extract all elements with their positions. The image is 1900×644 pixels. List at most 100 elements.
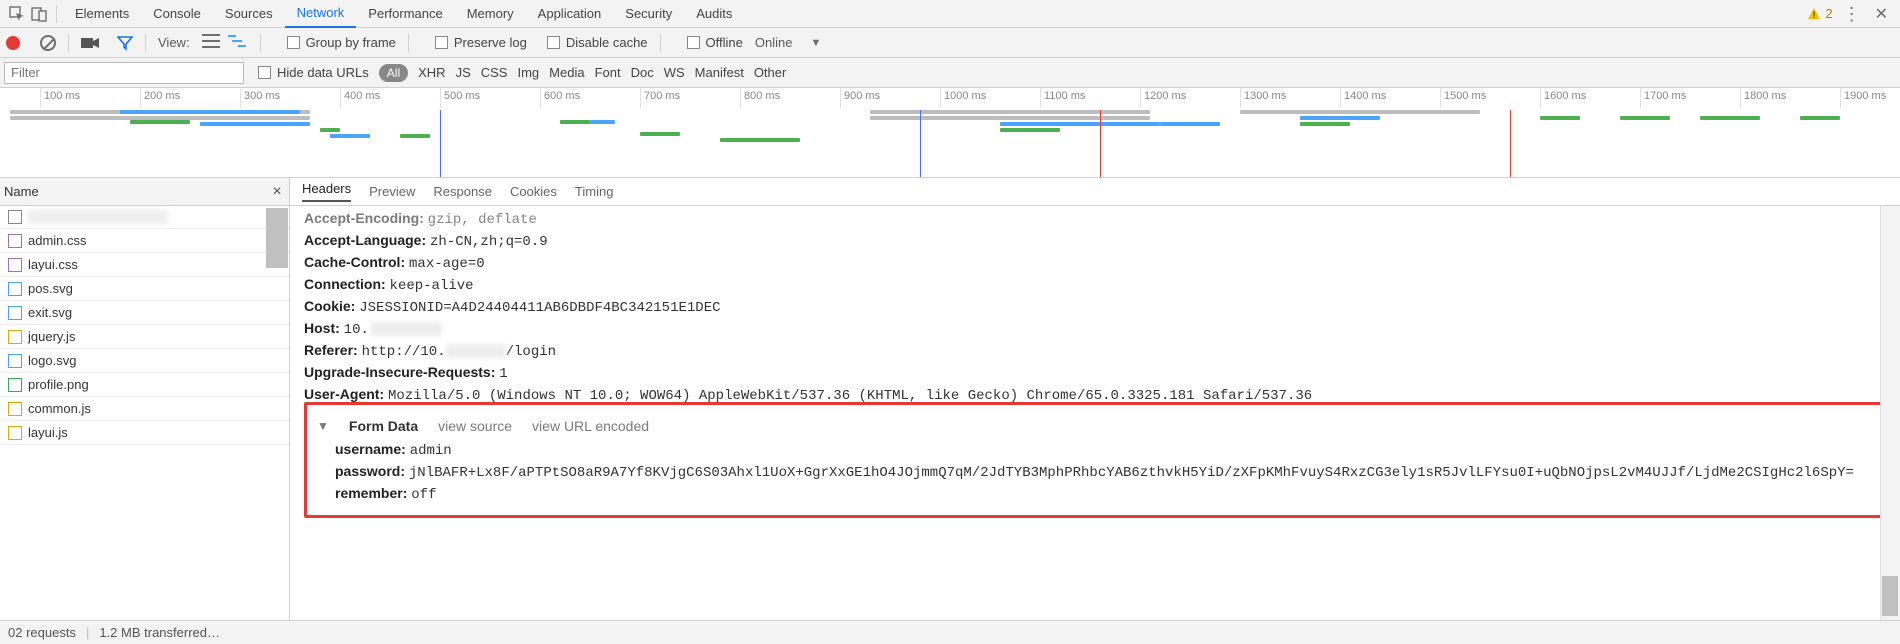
warnings-badge[interactable]: 2 (1807, 6, 1832, 21)
header-value: zh-CN,zh;q=0.9 (430, 234, 548, 250)
header-value: gzip, deflate (428, 212, 537, 228)
header-key: User-Agent: (304, 386, 384, 402)
network-timeline[interactable]: 100 ms200 ms300 ms400 ms500 ms600 ms700 … (0, 88, 1900, 178)
offline-label: Offline (706, 35, 743, 50)
detail-tab-cookies[interactable]: Cookies (510, 184, 557, 199)
header-key: Connection: (304, 276, 386, 292)
header-key: Accept-Language: (304, 232, 426, 248)
detail-tab-strip: Headers Preview Response Cookies Timing (290, 178, 1900, 206)
kebab-menu-icon[interactable]: ⋮ (1843, 5, 1861, 23)
filter-type-img[interactable]: Img (517, 65, 539, 80)
clear-button[interactable] (40, 35, 56, 51)
request-row[interactable]: jquery.js (0, 325, 289, 349)
filter-type-doc[interactable]: Doc (631, 65, 654, 80)
view-label: View: (158, 35, 190, 50)
view-source-link[interactable]: view source (438, 418, 512, 434)
name-column-header[interactable]: Name (4, 184, 39, 199)
redacted-host (371, 322, 441, 336)
large-rows-toggle[interactable] (202, 34, 220, 48)
header-value: 10. (344, 322, 369, 338)
header-key: Cookie: (304, 298, 355, 314)
detail-tab-preview[interactable]: Preview (369, 184, 415, 199)
request-row[interactable] (0, 206, 289, 229)
request-row[interactable]: layui.js (0, 421, 289, 445)
timeline-bars (0, 110, 1900, 177)
status-transferred: 1.2 MB transferred… (99, 625, 220, 640)
hide-data-urls-label: Hide data URLs (277, 65, 369, 80)
tab-audits[interactable]: Audits (684, 0, 744, 27)
disable-cache-checkbox[interactable]: Disable cache (547, 35, 648, 50)
request-name (28, 210, 168, 224)
status-bar: 02 requests | 1.2 MB transferred… (0, 620, 1900, 644)
form-value: admin (410, 443, 452, 459)
request-details-panel: Headers Preview Response Cookies Timing … (290, 178, 1900, 620)
detail-tab-timing[interactable]: Timing (575, 184, 614, 199)
filter-type-all[interactable]: All (379, 64, 408, 82)
filter-type-manifest[interactable]: Manifest (695, 65, 744, 80)
screenshots-icon[interactable] (81, 36, 99, 50)
tab-network[interactable]: Network (285, 0, 357, 28)
form-key: remember: (335, 485, 407, 501)
request-list[interactable]: admin.css layui.css pos.svg exit.svg jqu… (0, 206, 289, 620)
header-value: JSESSIONID=A4D24404411AB6DBDF4BC342151E1… (359, 300, 720, 316)
filter-type-xhr[interactable]: XHR (418, 65, 445, 80)
request-name: pos.svg (28, 281, 73, 296)
disable-cache-label: Disable cache (566, 35, 648, 50)
filter-type-css[interactable]: CSS (481, 65, 508, 80)
filter-type-ws[interactable]: WS (664, 65, 685, 80)
request-row[interactable]: layui.css (0, 253, 289, 277)
inspect-icon[interactable] (6, 3, 28, 25)
request-row[interactable]: admin.css (0, 229, 289, 253)
header-value: /login (506, 344, 556, 360)
request-row[interactable]: exit.svg (0, 301, 289, 325)
detail-tab-headers[interactable]: Headers (302, 181, 351, 202)
collapse-triangle-icon[interactable]: ▼ (317, 419, 329, 433)
detail-tab-response[interactable]: Response (433, 184, 492, 199)
network-filter-bar: Hide data URLs All XHR JS CSS Img Media … (0, 58, 1900, 88)
scrollbar-thumb[interactable] (266, 208, 288, 268)
device-toolbar-icon[interactable] (28, 3, 50, 25)
preserve-log-checkbox[interactable]: Preserve log (435, 35, 527, 50)
filter-toggle-icon[interactable] (117, 35, 133, 51)
tab-elements[interactable]: Elements (63, 0, 141, 27)
group-by-frame-checkbox[interactable]: Group by frame (287, 35, 396, 50)
record-button[interactable] (6, 36, 20, 50)
tab-memory[interactable]: Memory (455, 0, 526, 27)
tab-application[interactable]: Application (526, 0, 614, 27)
hide-data-urls-checkbox[interactable]: Hide data URLs (258, 65, 369, 80)
request-row[interactable]: profile.png (0, 373, 289, 397)
group-by-frame-label: Group by frame (306, 35, 396, 50)
header-value: http://10. (362, 344, 446, 360)
request-list-panel: Name × admin.css layui.css pos.svg exit.… (0, 178, 290, 620)
filter-input[interactable] (4, 62, 244, 84)
request-row[interactable]: common.js (0, 397, 289, 421)
header-key: Host: (304, 320, 340, 336)
close-devtools-icon[interactable]: ✕ (1875, 4, 1888, 24)
view-url-encoded-link[interactable]: view URL encoded (532, 418, 649, 434)
tab-security[interactable]: Security (613, 0, 684, 27)
request-row[interactable]: pos.svg (0, 277, 289, 301)
throttling-value[interactable]: Online (755, 35, 793, 50)
details-scrollbar[interactable] (1880, 206, 1900, 620)
header-value: keep-alive (390, 278, 474, 294)
filter-type-font[interactable]: Font (595, 65, 621, 80)
tab-console[interactable]: Console (141, 0, 213, 27)
devtools-tab-strip: Elements Console Sources Network Perform… (0, 0, 1900, 28)
redacted-referer (446, 344, 506, 358)
headers-body[interactable]: Accept-Encoding: gzip, deflate Accept-La… (290, 206, 1900, 620)
filter-type-js[interactable]: JS (456, 65, 471, 80)
waterfall-toggle[interactable] (228, 34, 248, 51)
header-key: Accept-Encoding: (304, 210, 424, 226)
filter-type-media[interactable]: Media (549, 65, 584, 80)
request-row[interactable]: logo.svg (0, 349, 289, 373)
preserve-log-label: Preserve log (454, 35, 527, 50)
tab-performance[interactable]: Performance (356, 0, 454, 27)
throttling-dropdown-icon[interactable]: ▼ (810, 37, 821, 49)
warnings-count: 2 (1825, 6, 1832, 21)
close-details-icon[interactable]: × (265, 183, 289, 201)
form-data-highlight-box: ▼ Form Data view source view URL encoded… (304, 402, 1886, 518)
header-value: 1 (499, 366, 507, 382)
tab-sources[interactable]: Sources (213, 0, 285, 27)
offline-checkbox[interactable]: Offline (687, 35, 743, 50)
filter-type-other[interactable]: Other (754, 65, 787, 80)
